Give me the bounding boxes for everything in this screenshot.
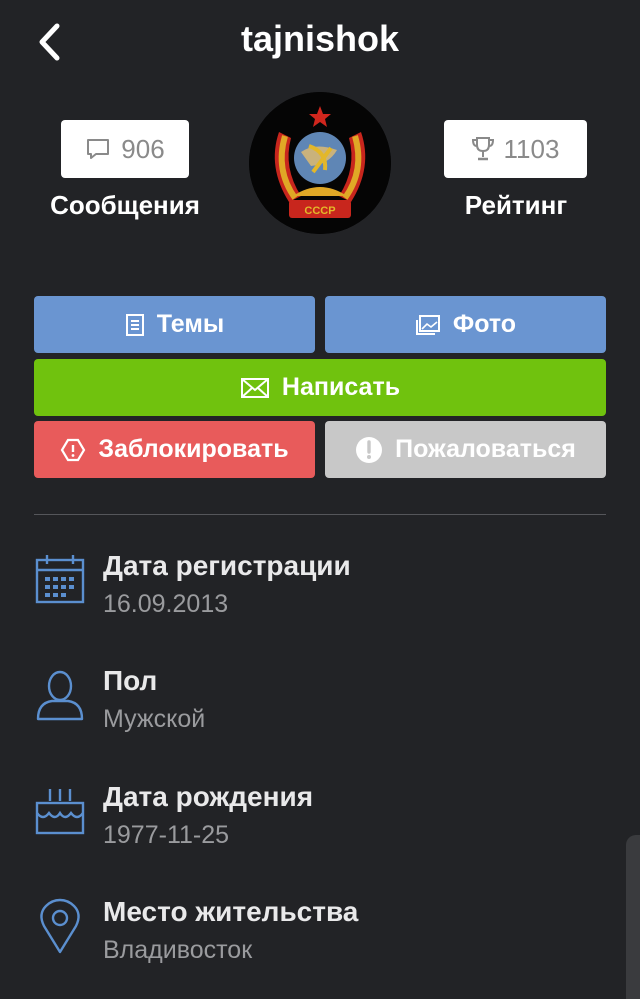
emblem-caption: СССР [304,205,335,217]
messages-count: 906 [121,133,165,164]
info-row-location: Место жительства Владивосток [0,896,640,996]
write-message-button[interactable]: Написать [34,359,606,416]
report-button[interactable]: Пожаловаться [325,421,606,478]
block-button[interactable]: Заблокировать [34,421,315,478]
calendar-icon [35,555,85,604]
info-value: 16.09.2013 [103,590,229,618]
header: tajnishok [0,0,640,86]
info-label: Пол [103,665,158,696]
birthday-cake-icon [35,789,85,835]
messages-count-box[interactable]: 906 [61,120,189,178]
write-button-label: Написать [281,373,401,401]
location-pin-icon [40,898,80,954]
exclamation-circle-icon [356,436,383,463]
avatar[interactable]: СССР [249,92,391,234]
rating-count-box[interactable]: 1103 [444,120,587,178]
messages-label: Сообщения [50,190,200,220]
rating-count: 1103 [503,133,560,164]
info-row-birth-date: Дата рождения 1977-11-25 [0,781,640,881]
photos-icon [415,314,440,335]
info-row-gender: Пол Мужской [0,665,640,765]
photo-button-label: Фото [452,310,517,338]
info-row-registration-date: Дата регистрации 16.09.2013 [0,550,640,650]
page-title: tajnishok [240,18,400,59]
info-label: Дата регистрации [103,550,351,581]
info-value: Мужской [103,705,206,733]
profile-page: tajnishok 906 Сообщения СССР 1103 Рейтин… [0,0,640,999]
topics-button-label: Темы [156,310,225,338]
info-label: Место жительства [103,896,359,927]
trophy-icon [471,137,494,161]
ussr-emblem-image: СССР [249,92,391,234]
rating-label: Рейтинг [464,190,568,220]
info-value: 1977-11-25 [103,821,230,849]
document-icon [125,313,144,336]
user-icon [36,670,84,721]
info-value: Владивосток [103,936,253,964]
photo-button[interactable]: Фото [325,296,606,353]
scrollbar[interactable] [626,835,640,999]
block-button-label: Заблокировать [98,435,289,463]
block-octagon-icon [61,438,86,461]
divider [34,514,606,515]
info-label: Дата рождения [103,781,314,812]
report-button-label: Пожаловаться [395,435,576,463]
envelope-icon [240,377,269,398]
speech-bubble-icon [87,139,110,159]
topics-button[interactable]: Темы [34,296,315,353]
